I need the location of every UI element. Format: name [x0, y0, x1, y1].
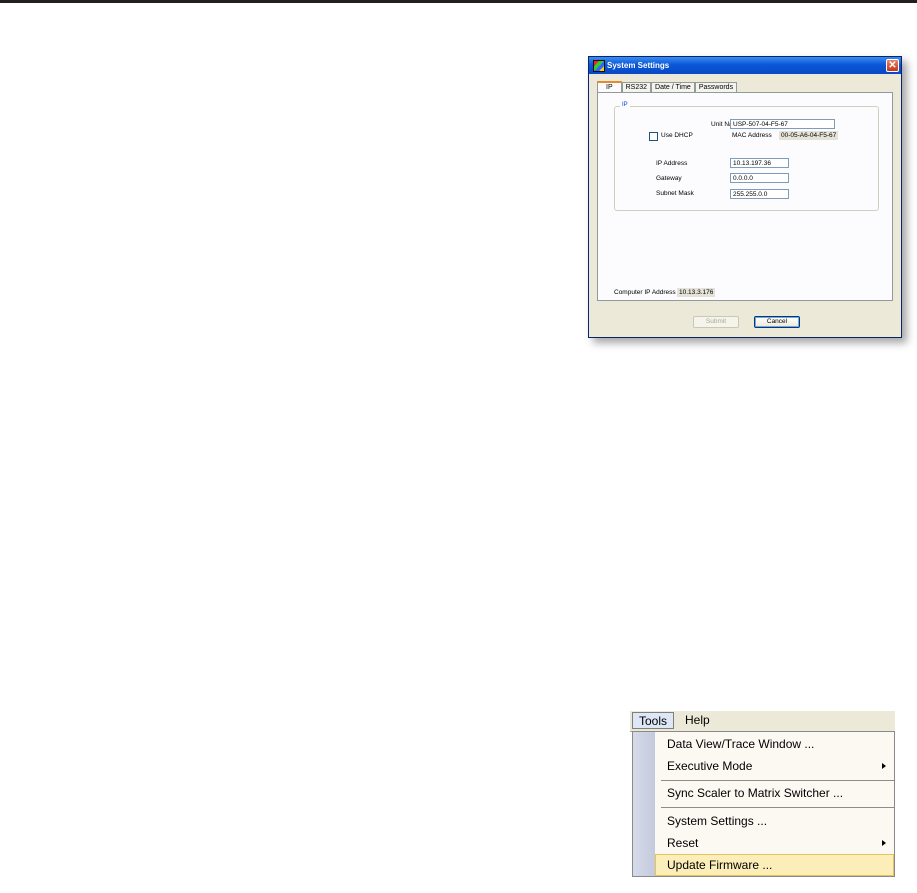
- gateway-input[interactable]: 0.0.0.0: [730, 173, 789, 183]
- menu-separator: [661, 780, 894, 781]
- subnet-mask-label: Subnet Mask: [656, 190, 694, 197]
- app-icon: [593, 60, 605, 72]
- dialog-titlebar[interactable]: System Settings ✕: [589, 57, 901, 74]
- computer-ip-label: Computer IP Address: [614, 289, 676, 296]
- ip-address-input[interactable]: 10.13.197.36: [730, 158, 789, 168]
- menu-item-label: Update Firmware ...: [667, 858, 773, 872]
- ip-tab-panel: IP Unit Name USP-507-04-F5-67 Use DHCP M…: [597, 92, 893, 301]
- ip-groupbox: IP Unit Name USP-507-04-F5-67 Use DHCP M…: [614, 102, 879, 211]
- tools-dropdown-menu: Data View/Trace Window ... Executive Mod…: [632, 731, 895, 877]
- top-rule: [0, 0, 917, 3]
- subnet-mask-input[interactable]: 255.255.0.0: [730, 189, 789, 199]
- tab-ip[interactable]: IP: [597, 81, 622, 92]
- menu-item-label: System Settings ...: [667, 814, 768, 828]
- submit-button[interactable]: Submit: [693, 316, 739, 328]
- menu-item-sync-scaler[interactable]: Sync Scaler to Matrix Switcher ...: [655, 782, 894, 804]
- mac-address-label: MAC Address: [732, 132, 772, 139]
- menu-item-executive-mode[interactable]: Executive Mode: [655, 755, 894, 777]
- ip-address-label: IP Address: [656, 160, 688, 167]
- submenu-arrow-icon: [882, 840, 886, 846]
- computer-ip-value: 10.13.3.176: [677, 288, 716, 297]
- menu-help[interactable]: Help: [681, 712, 714, 729]
- menu-item-update-firmware[interactable]: Update Firmware ...: [655, 854, 894, 876]
- close-icon[interactable]: ✕: [886, 59, 899, 72]
- menu-item-reset[interactable]: Reset: [655, 832, 894, 854]
- system-settings-dialog: System Settings ✕ IP RS232 Date / Time P…: [588, 56, 902, 338]
- use-dhcp-checkbox[interactable]: [649, 132, 658, 141]
- tab-strip: IP RS232 Date / Time Passwords: [597, 81, 738, 93]
- menu-item-system-settings[interactable]: System Settings ...: [655, 810, 894, 832]
- menu-item-data-view-trace[interactable]: Data View/Trace Window ...: [655, 733, 894, 755]
- ip-group-legend: IP: [620, 102, 630, 108]
- menu-separator: [661, 807, 894, 808]
- menu-bar: Tools Help: [630, 710, 895, 732]
- mac-address-value: 00-05-A6-04-F5-67: [779, 131, 839, 140]
- unit-name-input[interactable]: USP-507-04-F5-67: [730, 119, 835, 129]
- dialog-title: System Settings: [607, 61, 670, 70]
- gateway-label: Gateway: [656, 175, 682, 182]
- submenu-arrow-icon: [882, 763, 886, 769]
- menu-item-label: Executive Mode: [667, 759, 753, 773]
- cancel-button[interactable]: Cancel: [754, 316, 800, 328]
- menu-item-label: Data View/Trace Window ...: [667, 737, 815, 751]
- use-dhcp-label: Use DHCP: [661, 132, 693, 139]
- menu-icon-strip: [633, 732, 655, 876]
- menu-item-label: Sync Scaler to Matrix Switcher ...: [667, 786, 844, 800]
- menu-item-label: Reset: [667, 836, 699, 850]
- menu-tools[interactable]: Tools: [632, 712, 675, 729]
